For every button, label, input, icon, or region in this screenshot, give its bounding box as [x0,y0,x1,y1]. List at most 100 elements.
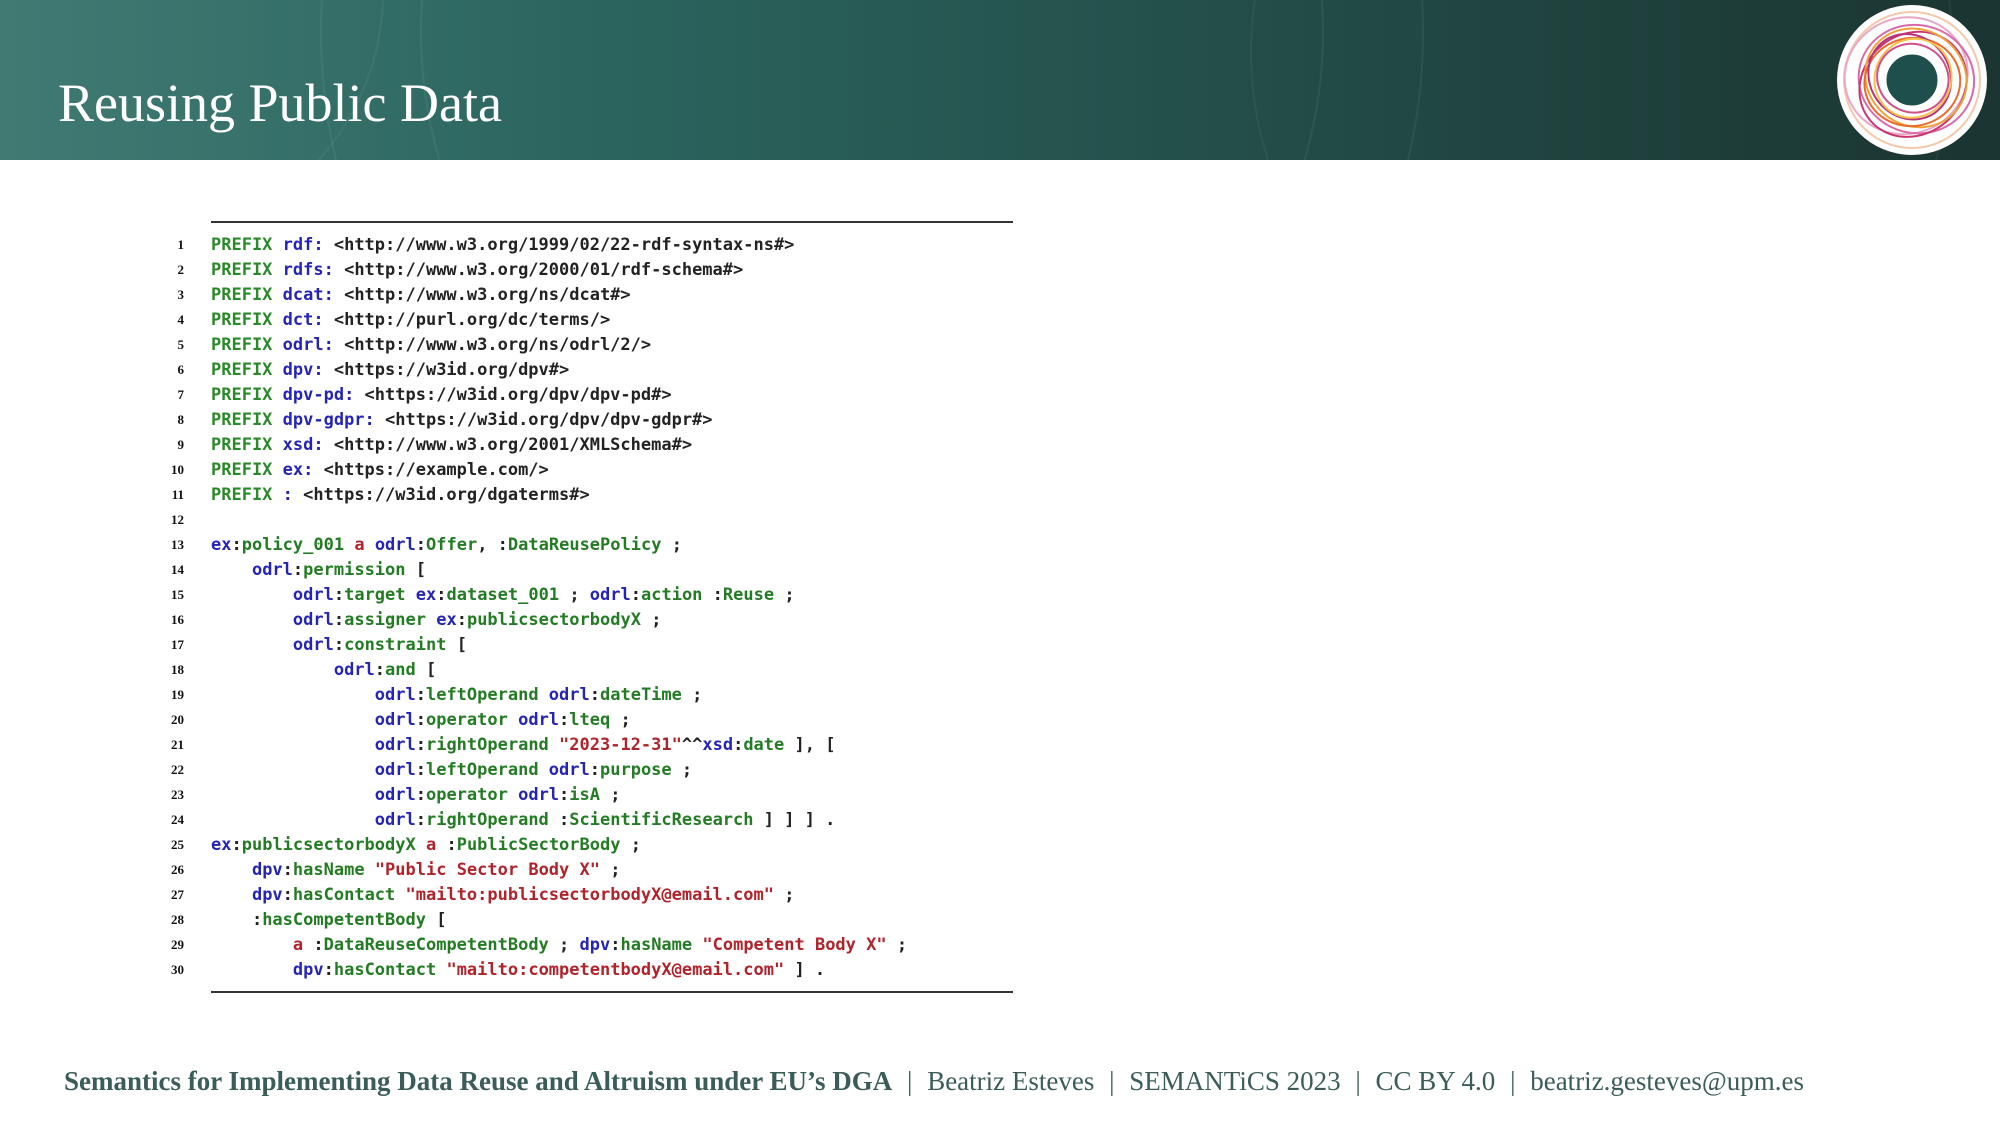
code-token: odrl [292,584,334,605]
code-token: : [630,584,641,605]
code-text: PREFIX dpv: <https://w3id.org/dpv#> [211,360,569,380]
line-number: 15 [171,586,184,602]
footer-email[interactable]: beatriz.gesteves@upm.es [1530,1066,1804,1096]
line-number: 25 [171,836,184,852]
code-line: 20 odrl:operator odrl:lteq ; [160,707,1013,732]
code-lines: 1 PREFIX rdf: <http://www.w3.org/1999/02/… [160,232,1013,982]
code-token: , : [477,534,508,555]
code-text: PREFIX rdfs: <http://www.w3.org/2000/01/… [211,260,743,280]
code-token: odrl [374,534,416,555]
line-number: 21 [171,736,184,752]
code-token: ex [415,584,437,605]
code-token: PREFIX [211,259,283,280]
code-token: a [425,834,447,855]
footer-license: CC BY 4.0 [1375,1066,1496,1096]
code-token: : [415,534,427,555]
line-number: 19 [171,686,184,702]
line-number: 18 [171,661,184,677]
code-token: odrl [548,684,590,705]
code-text: PREFIX dpv-gdpr: <https://w3id.org/dpv/d… [211,410,713,430]
code-token: <https://w3id.org/dpv#> [333,359,570,380]
code-token: hasCompetentBody [262,909,426,930]
code-text: ex:publicsectorbodyX a :PublicSectorBody… [211,835,641,855]
code-token: lteq [569,709,611,730]
line-number: 20 [171,711,184,727]
code-token: operator [425,709,519,730]
code-token: dataset_001 [446,584,560,605]
code-token: PublicSectorBody [456,834,621,855]
code-token: odrl [251,559,293,580]
code-token: "mailto:publicsectorbodyX@email.com" [405,884,774,905]
code-token: permission [303,559,406,580]
code-token: odrl [374,759,416,780]
code-text: :hasCompetentBody [ [211,909,447,930]
code-line: 3 PREFIX dcat: <http://www.w3.org/ns/dcat… [160,282,1013,307]
code-token: : [610,934,621,955]
code-token: ; [610,709,631,730]
code-token: DataReuseCompetentBody [323,934,549,955]
line-number: 7 [177,386,185,402]
code-line: 25 ex:publicsectorbodyX a :PublicSectorBo… [160,832,1013,857]
code-text: odrl:and [ [211,660,436,680]
code-token: <https://w3id.org/dpv/dpv-gdpr#> [385,409,713,430]
line-number: 30 [171,961,184,977]
line-number: 2 [177,261,185,277]
code-token: <https://w3id.org/dpv/dpv-pd#> [364,384,672,405]
code-token: PREFIX [211,359,283,380]
code-token: "2023-12-31" [559,734,682,755]
code-line: 7 PREFIX dpv-pd: <https://w3id.org/dpv/dp… [160,382,1013,407]
code-line: 23 odrl:operator odrl:isA ; [160,782,1013,807]
code-text: PREFIX dpv-pd: <https://w3id.org/dpv/dpv… [211,385,672,405]
code-token: : [559,784,570,805]
code-token: publicsectorbodyX [466,609,641,630]
code-line: 8 PREFIX dpv-gdpr: <https://w3id.org/dpv/… [160,407,1013,432]
code-token: DataReusePolicy [507,534,662,555]
code-token: ; [640,609,662,630]
code-token: "Competent Body X" [702,934,887,955]
code-token: : [559,809,570,830]
code-token: dateTime [600,684,682,705]
code-token: Offer [426,534,478,555]
code-line: 28 :hasCompetentBody [ [160,907,1013,932]
code-token: ex: [282,459,324,480]
code-token: ex [211,534,232,555]
code-text: odrl:rightOperand :ScientificResearch ] … [211,809,836,830]
code-token: "Public Sector Body X" [374,859,600,880]
code-line: 11 PREFIX : <https://w3id.org/dgaterms#> [160,482,1013,507]
code-token: <http://www.w3.org/ns/odrl/2/> [344,334,652,355]
line-number: 26 [171,861,184,877]
slide-footer: Semantics for Implementing Data Reuse an… [64,1066,1964,1097]
code-token: [ [415,659,437,680]
code-line: 14 odrl:permission [ [160,557,1013,582]
turtle-code-listing: 1 PREFIX rdf: <http://www.w3.org/1999/02/… [160,221,1013,993]
code-token: : [415,709,426,730]
code-token: dpv-pd: [282,384,365,405]
code-token: : [211,909,263,930]
code-text: odrl:rightOperand "2023-12-31"^^xsd:date… [211,734,836,755]
code-text: odrl:constraint [ [211,635,467,655]
code-token: : [415,784,426,805]
code-text: ex:policy_001 a odrl:Offer, :DataReusePo… [211,535,682,555]
code-line: 19 odrl:leftOperand odrl:dateTime ; [160,682,1013,707]
code-token: hasContact [333,959,447,980]
code-line: 27 dpv:hasContact "mailto:publicsectorbo… [160,882,1013,907]
line-number: 5 [177,336,185,352]
code-token: PREFIX [211,434,283,455]
code-line: 4 PREFIX dct: <http://purl.org/dc/terms/> [160,307,1013,332]
code-line: 17 odrl:constraint [ [160,632,1013,657]
code-token: a [354,534,375,555]
code-line: 15 odrl:target ex:dataset_001 ; odrl:act… [160,582,1013,607]
code-token: ScientificResearch [569,809,754,830]
line-number: 17 [171,636,184,652]
code-line: 6 PREFIX dpv: <https://w3id.org/dpv#> [160,357,1013,382]
code-token: dpv [251,859,283,880]
code-line: 5 PREFIX odrl: <http://www.w3.org/ns/odrl… [160,332,1013,357]
code-token: : [374,659,386,680]
code-line: 30 dpv:hasContact "mailto:competentbodyX… [160,957,1013,982]
